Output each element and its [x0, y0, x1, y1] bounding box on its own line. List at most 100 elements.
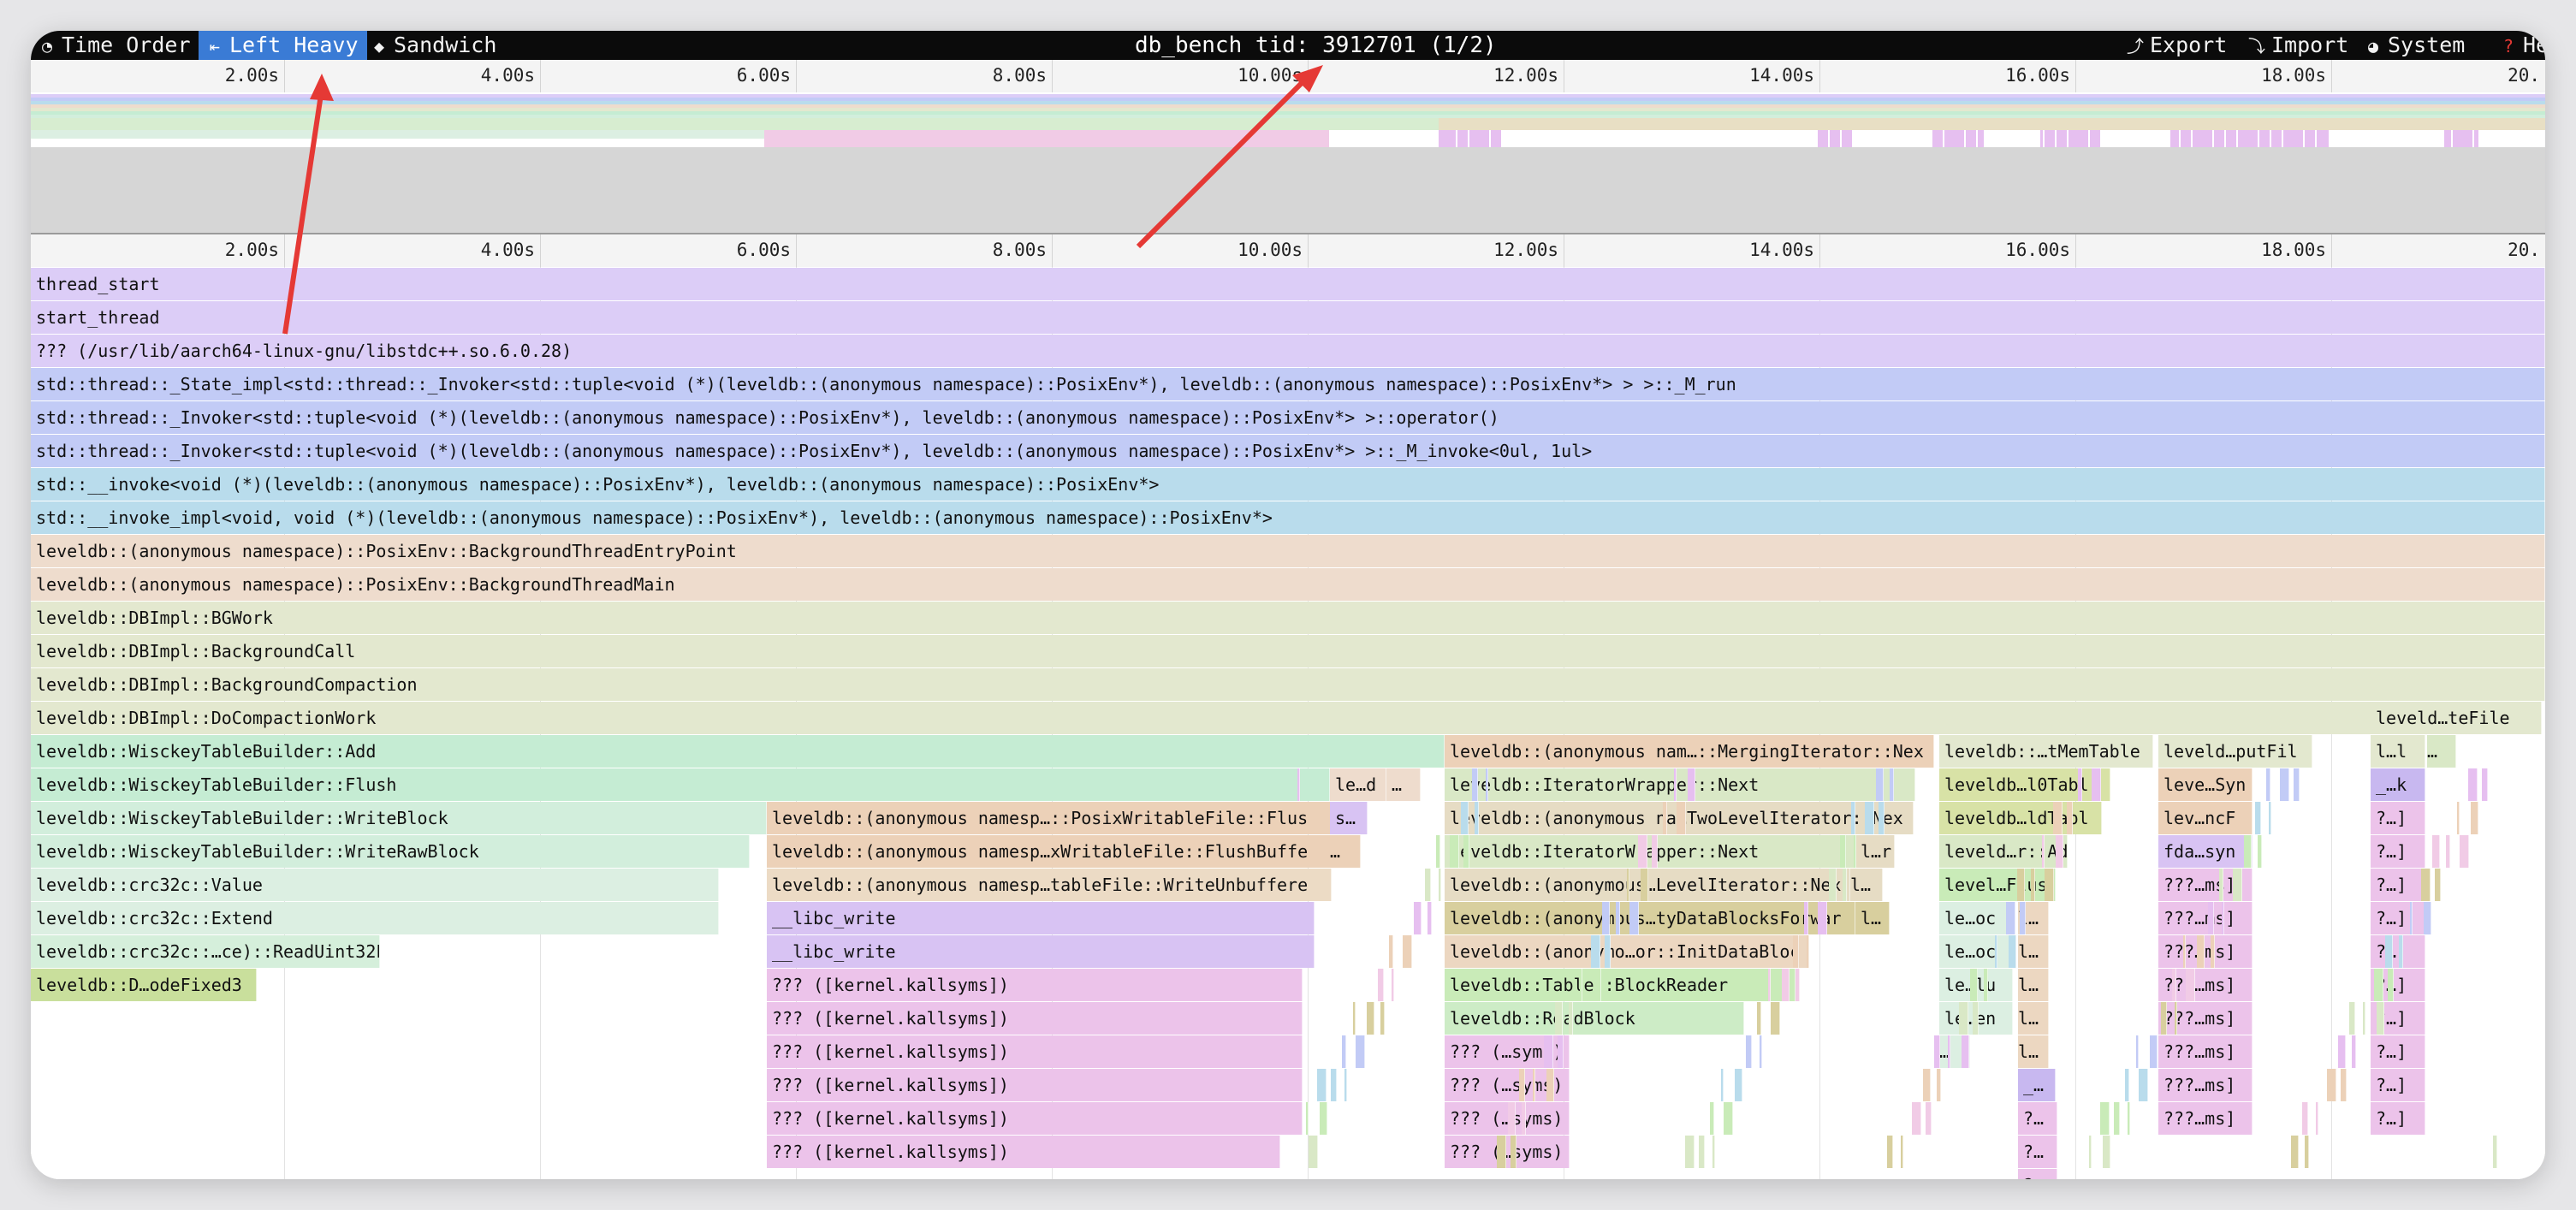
flame-frame[interactable]: ??? ([kernel.kallsyms]) — [767, 1069, 1303, 1101]
flame-frame-sliver[interactable] — [2460, 835, 2469, 868]
flame-frame[interactable]: leveldb::(anonymous namesp…::PosixWritab… — [767, 802, 1332, 834]
flame-frame[interactable]: leveldb::Table::BlockReader — [1445, 969, 1795, 1001]
flame-frame-sliver[interactable] — [1497, 1136, 1506, 1168]
flame-frame[interactable]: std::__invoke<void (*)(leveldb::(anonymo… — [31, 468, 2545, 501]
flame-frame-sliver[interactable] — [2045, 869, 2054, 901]
flame-frame-sliver[interactable] — [2219, 869, 2223, 901]
flame-frame-sliver[interactable] — [2150, 1035, 2158, 1068]
flame-frame-sliver[interactable] — [1934, 1035, 1940, 1068]
flame-frame-sliver[interactable] — [2338, 1035, 2346, 1068]
flame-frame[interactable]: l… — [1855, 902, 1890, 934]
flame-frame-sliver[interactable] — [1508, 1102, 1516, 1135]
flame-frame-sliver[interactable] — [2053, 802, 2063, 834]
flame-frame[interactable]: ???…ms] — [2158, 902, 2253, 934]
flame-frame-sliver[interactable] — [2385, 935, 2393, 968]
flame-frame-sliver[interactable] — [2139, 1069, 2148, 1101]
flame-frame[interactable]: ???…ms] — [2158, 1102, 2253, 1135]
flame-frame[interactable]: leveldb::(anonymous…tyDataBlocksForwar — [1445, 902, 1855, 934]
flame-frame[interactable]: std::thread::_Invoker<std::tuple<void (*… — [31, 435, 2545, 467]
flame-frame[interactable]: ?…] — [2371, 902, 2425, 934]
flame-frame[interactable]: leveldb::(anonymous namespace)::PosixEnv… — [31, 568, 2545, 601]
flame-frame-sliver[interactable] — [1367, 1002, 1374, 1035]
flame-frame[interactable]: leveldb::DBImpl::BackgroundCall — [31, 635, 2545, 667]
flame-frame-sliver[interactable] — [1926, 1102, 1932, 1135]
flame-frame[interactable]: ?… — [2018, 1102, 2057, 1135]
flame-frame-sliver[interactable] — [1602, 902, 1610, 934]
flame-frame[interactable]: leveldb::DBImpl::BGWork — [31, 602, 2545, 634]
flame-frame[interactable]: ?…] — [2371, 935, 2425, 968]
flame-frame[interactable]: ??? (/usr/lib/aarch64-linux-gnu/libstdc+… — [31, 335, 2545, 367]
flame-frame-sliver[interactable] — [1724, 1102, 1733, 1135]
flame-frame[interactable]: std::__invoke_impl<void, void (*)(leveld… — [31, 501, 2545, 534]
flame-frame-sliver[interactable] — [1688, 768, 1695, 801]
flame-frame-sliver[interactable] — [2100, 1102, 2110, 1135]
flame-frame-sliver[interactable] — [1591, 935, 1600, 968]
flame-frame-sliver[interactable] — [2208, 902, 2214, 934]
flame-frame-sliver[interactable] — [1519, 1069, 1525, 1101]
flame-frame-sliver[interactable] — [1436, 835, 1440, 868]
flame-frame-sliver[interactable] — [1463, 835, 1469, 868]
flame-frame-sliver[interactable] — [1342, 1035, 1346, 1068]
flame-frame[interactable]: s… — [1330, 802, 1368, 834]
flame-frame-sliver[interactable] — [1378, 969, 1384, 1001]
flame-frame-sliver[interactable] — [2432, 835, 2440, 868]
flame-frame-sliver[interactable] — [1309, 1136, 1318, 1168]
flame-frame[interactable]: leveldb::DBImpl::BackgroundCompaction — [31, 668, 2545, 701]
flame-frame-sliver[interactable] — [2410, 902, 2413, 934]
left-heavy-tab[interactable]: ⇤ Left Heavy — [199, 31, 367, 60]
flame-frame[interactable]: ?…] — [2371, 802, 2425, 834]
flame-frame-sliver[interactable] — [2125, 1069, 2129, 1101]
flame-frame-sliver[interactable] — [2092, 768, 2101, 801]
flame-frame-sliver[interactable] — [2352, 1035, 2356, 1068]
flame-frame[interactable]: leveldb::DBImpl::DoCompactionWork — [31, 702, 2371, 734]
flame-frame[interactable]: leveldb::IteratorWrapper::Next — [1445, 768, 1915, 801]
flame-frame-sliver[interactable] — [1876, 768, 1884, 801]
flame-frame-sliver[interactable] — [2183, 935, 2186, 968]
flame-frame-sliver[interactable] — [2388, 969, 2394, 1001]
flame-frame[interactable]: ??? ([kernel.kallsyms]) — [767, 1035, 1303, 1068]
flame-frame[interactable]: le…d — [1330, 768, 1386, 801]
flame-frame-sliver[interactable] — [1843, 869, 1847, 901]
flame-frame[interactable]: leveld…r::Ad — [1939, 835, 2068, 868]
flame-frame[interactable]: leveldb…l0Tabl — [1939, 768, 2110, 801]
flame-frame-sliver[interactable] — [2399, 935, 2403, 968]
flame-frame[interactable]: ?…] — [2371, 1069, 2425, 1101]
flame-frame-sliver[interactable] — [1721, 1069, 1724, 1101]
flame-frame[interactable]: ?… — [2018, 1136, 2057, 1168]
flame-frame[interactable]: leveldb::crc32c::…ce)::ReadUint32L — [31, 935, 380, 968]
flame-frame[interactable]: ???…ms] — [2158, 1035, 2253, 1068]
flame-frame-sliver[interactable] — [1804, 902, 1808, 934]
sandwich-tab[interactable]: ◆ Sandwich — [363, 31, 505, 60]
flame-frame[interactable]: le…oc — [1939, 902, 2013, 934]
flame-frame[interactable]: … — [2427, 735, 2456, 768]
flame-frame[interactable]: l… — [2018, 1002, 2049, 1035]
flame-frame-sliver[interactable] — [1427, 902, 1432, 934]
flame-frame-sliver[interactable] — [1331, 1069, 1337, 1101]
flame-frame[interactable]: leveld…putFil — [2158, 735, 2312, 768]
flame-frame-sliver[interactable] — [1768, 969, 1771, 1001]
flame-frame-sliver[interactable] — [2161, 1002, 2167, 1035]
flame-frame-sliver[interactable] — [1356, 1035, 1365, 1068]
flame-frame-sliver[interactable] — [1973, 1002, 1979, 1035]
flame-frame-sliver[interactable] — [1818, 902, 1827, 934]
flame-frame[interactable]: ??? (…syms) — [1445, 1136, 1570, 1168]
flame-frame-sliver[interactable] — [2136, 1035, 2139, 1068]
flame-frame-sliver[interactable] — [1544, 1035, 1553, 1068]
flame-frame-sliver[interactable] — [2424, 902, 2431, 934]
flame-frame-sliver[interactable] — [1414, 902, 1422, 934]
flame-frame-sliver[interactable] — [1795, 969, 1800, 1001]
flame-frame-sliver[interactable] — [1712, 1136, 1715, 1168]
flame-frame-sliver[interactable] — [1306, 1102, 1309, 1135]
flame-frame-sliver[interactable] — [1605, 935, 1611, 968]
flame-frame-sliver[interactable] — [2266, 768, 2270, 801]
flame-frame[interactable]: l…r — [1855, 835, 1895, 868]
flame-frame-sliver[interactable] — [2446, 835, 2450, 868]
flame-frame[interactable]: leveld…teFile — [2371, 702, 2542, 734]
flame-frame-sliver[interactable] — [1297, 768, 1300, 801]
flame-frame-sliver[interactable] — [2017, 869, 2025, 901]
flame-frame[interactable]: ??? ([kernel.kallsyms]) — [767, 969, 1303, 1001]
flame-frame-sliver[interactable] — [1472, 768, 1478, 801]
flame-frame[interactable]: leve…Syn — [2158, 768, 2253, 801]
flame-frame-sliver[interactable] — [2006, 902, 2015, 934]
flame-frame-sliver[interactable] — [1344, 1069, 1347, 1101]
